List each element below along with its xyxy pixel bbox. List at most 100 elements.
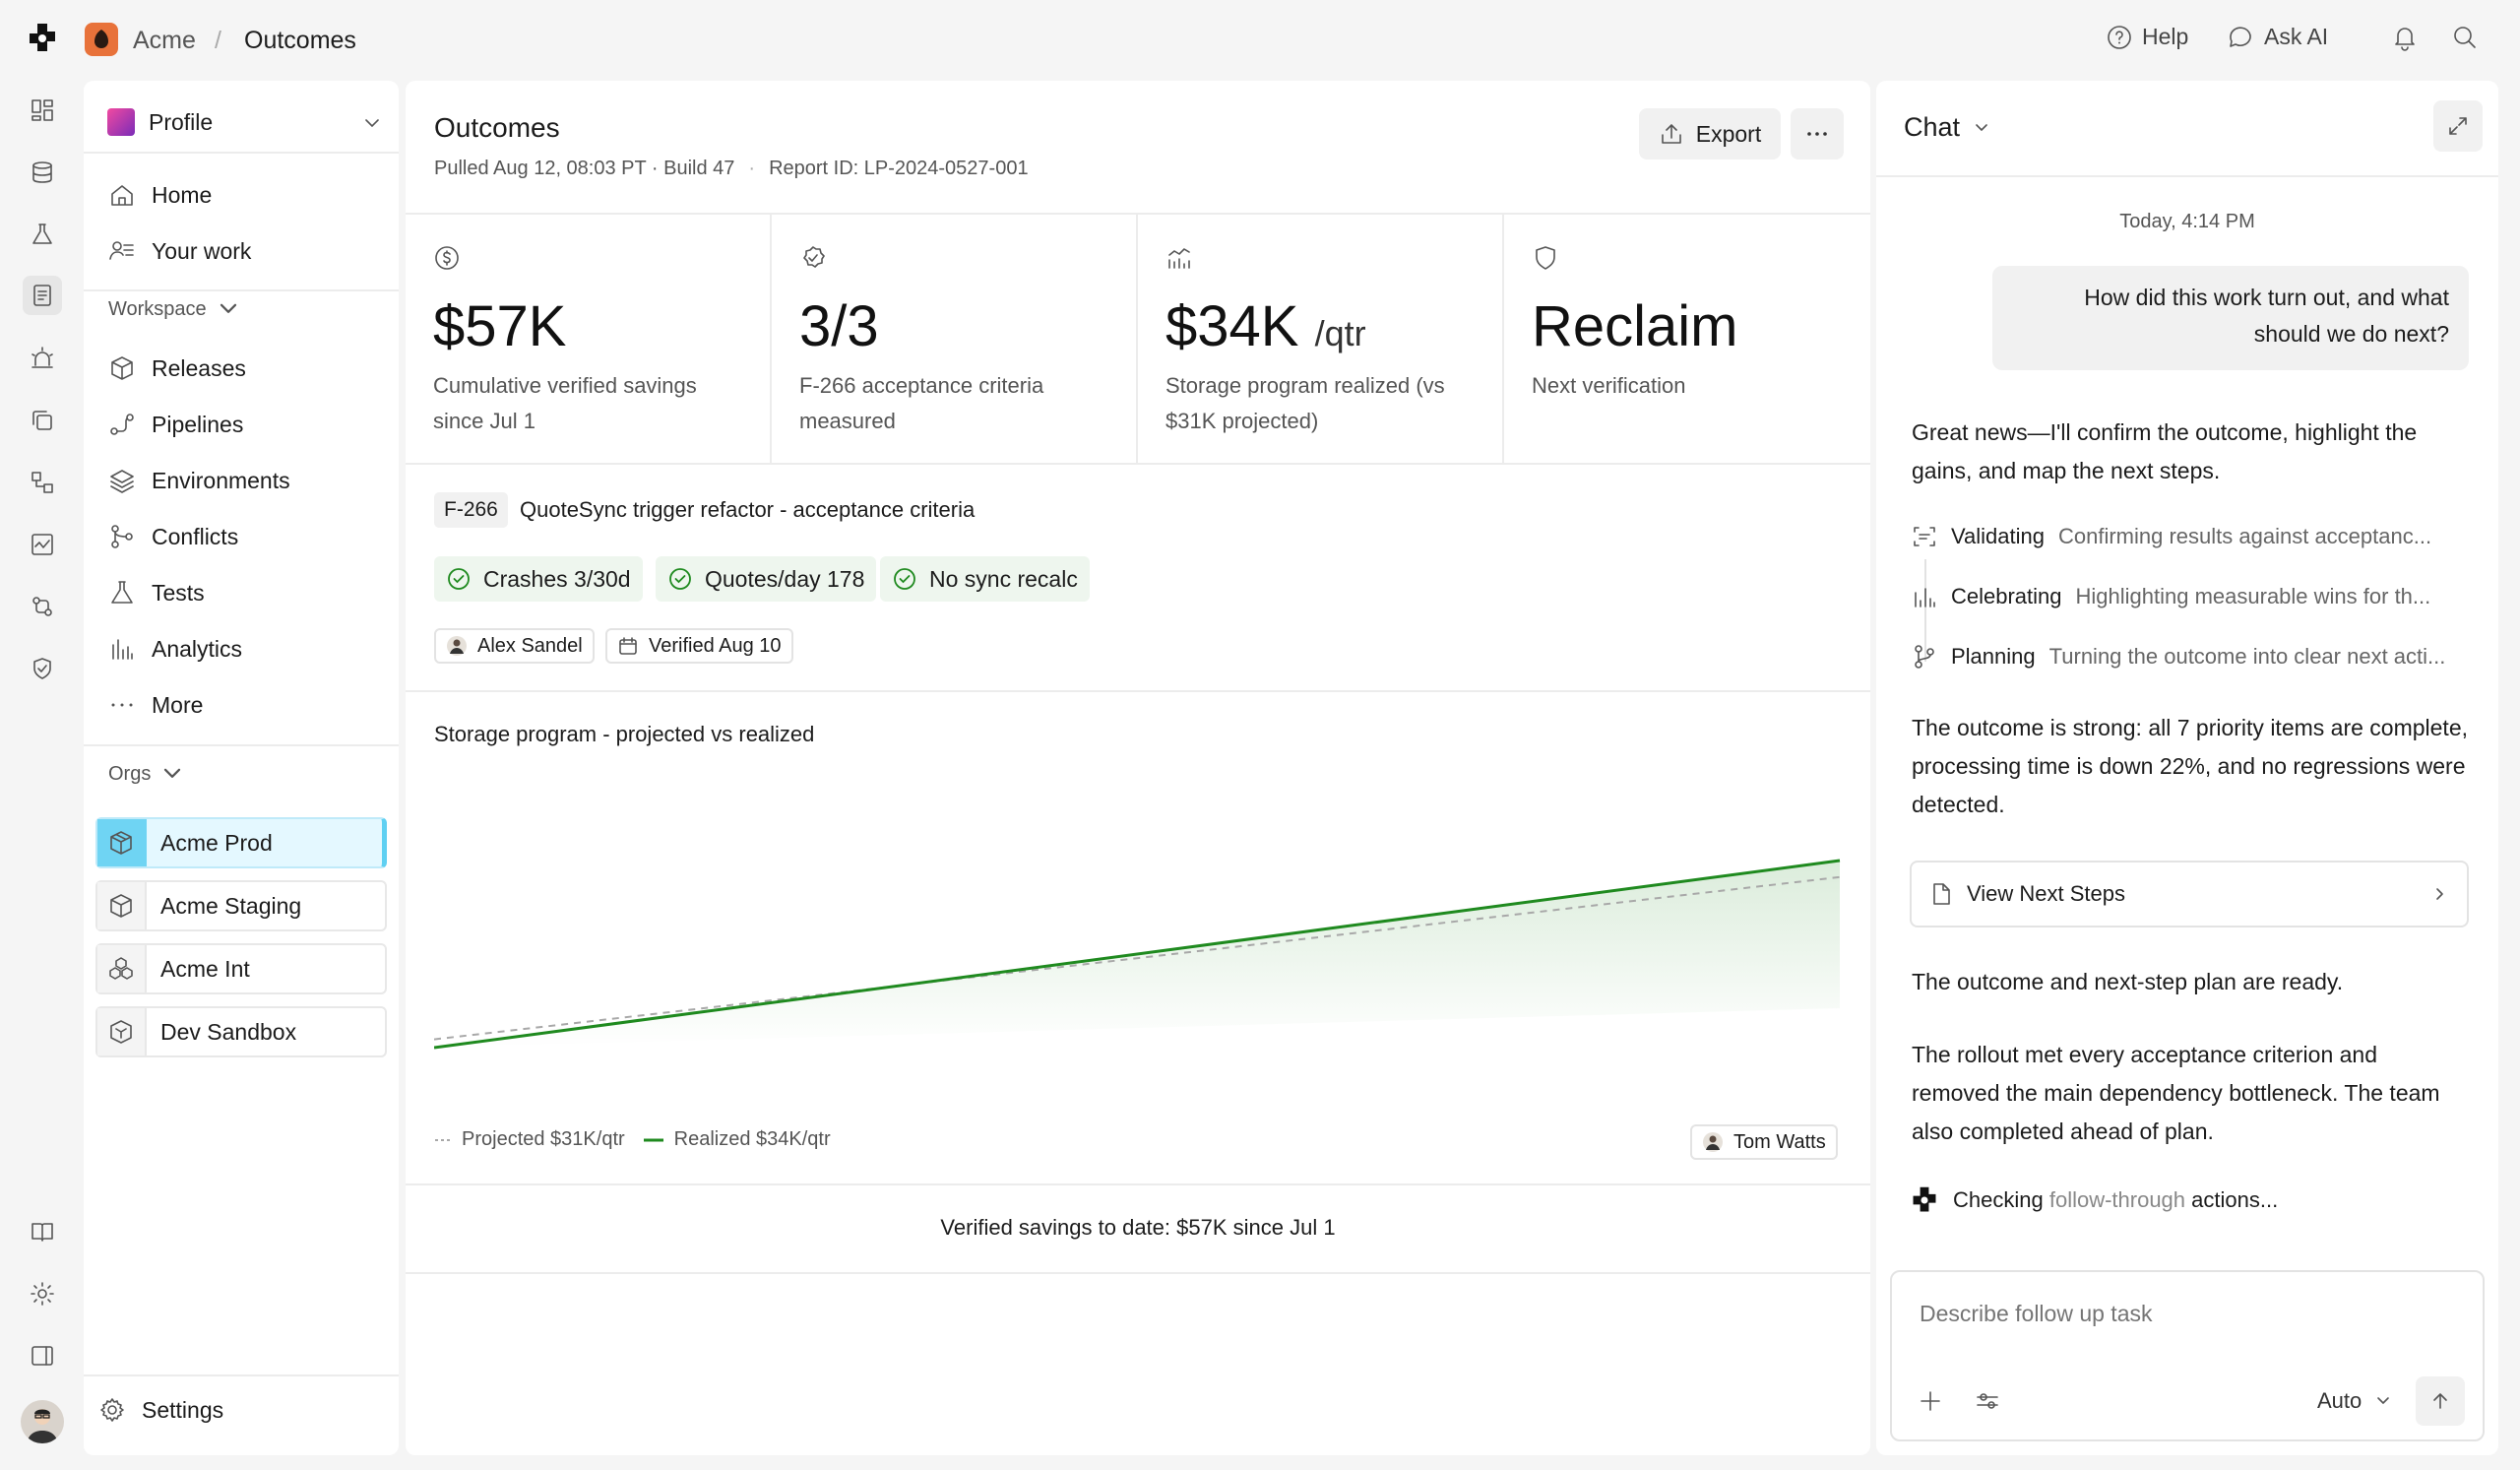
org-acme-int[interactable]: Acme Int	[95, 943, 387, 994]
step-validating: Validating Confirming results against ac…	[1912, 524, 2431, 549]
rail-flask[interactable]	[23, 215, 62, 254]
sidebar-item-releases[interactable]: Releases	[108, 354, 246, 382]
sidebar-item-tests[interactable]: Tests	[108, 579, 205, 607]
legend-realized: Realized $34K/qtr	[673, 1128, 831, 1150]
activity-icon	[32, 534, 53, 555]
step-celebrating: Celebrating Highlighting measurable wins…	[1912, 584, 2430, 609]
pipeline-icon	[110, 414, 134, 435]
person-avatar-icon	[1703, 1132, 1723, 1152]
help-button[interactable]: Help	[2107, 24, 2188, 50]
attach-button[interactable]	[1918, 1388, 1943, 1414]
ticket-id-badge[interactable]: F-266	[434, 492, 508, 528]
legend-projected-swatch	[435, 1138, 451, 1141]
gear-icon	[100, 1398, 124, 1422]
expand-chat-button[interactable]	[2433, 100, 2483, 152]
rail-dashboard[interactable]	[23, 91, 62, 130]
orgs-section[interactable]: Orgs	[108, 760, 186, 788]
check-circle-icon	[448, 568, 470, 590]
ask-ai-button[interactable]: Ask AI	[2227, 24, 2328, 50]
sidebar-item-more[interactable]: More	[108, 691, 203, 719]
profile-icon	[107, 108, 135, 136]
cube-icon	[97, 882, 147, 929]
chevron-down-icon	[1976, 123, 1987, 131]
git-merge-icon	[111, 525, 133, 548]
sidebar-item-your-work[interactable]: Your work	[108, 237, 251, 265]
rail-database[interactable]	[23, 153, 62, 192]
shield-icon	[1536, 246, 1555, 270]
profile-label: Profile	[149, 108, 214, 135]
your-work-icon	[109, 241, 134, 260]
rail-theme[interactable]	[23, 1274, 62, 1313]
search-icon	[2454, 27, 2476, 48]
document-icon	[33, 285, 51, 306]
chat-composer: Auto	[1890, 1270, 2485, 1441]
badge-check-icon	[803, 246, 825, 268]
sun-icon	[31, 1282, 54, 1306]
rail-activity[interactable]	[23, 525, 62, 564]
ellipsis-icon	[1807, 132, 1827, 136]
search-button[interactable]	[2451, 24, 2479, 51]
org-avatar	[85, 23, 118, 56]
scan-icon	[1914, 527, 1935, 546]
agent-status: Checking follow-through actions...	[1910, 1185, 2278, 1215]
org-acme-prod[interactable]: Acme Prod	[95, 817, 387, 868]
breadcrumb-org[interactable]: Acme	[133, 26, 196, 55]
person-avatar-icon	[447, 636, 467, 656]
dollar-icon	[435, 246, 459, 270]
send-button[interactable]	[2416, 1376, 2465, 1426]
pulled-meta: Pulled Aug 12, 08:03 PT · Build 47	[434, 158, 735, 179]
kpi-next-verification: Reclaim Next verification	[1504, 215, 1870, 463]
sidebar-item-environments[interactable]: Environments	[108, 467, 290, 494]
more-options-button[interactable]	[1791, 108, 1844, 160]
rail-alerts[interactable]	[23, 339, 62, 378]
sandbox-icon	[97, 1008, 147, 1055]
app-logo-icon	[1913, 1186, 1936, 1212]
org-dev-sandbox[interactable]: Dev Sandbox	[95, 1006, 387, 1057]
sliders-icon	[1977, 1393, 1998, 1409]
view-next-steps-button[interactable]: View Next Steps	[1910, 861, 2469, 927]
rail-copies[interactable]	[23, 401, 62, 440]
cube-icon	[97, 819, 147, 866]
chat-bubble-icon	[2230, 26, 2251, 47]
app-logo[interactable]	[26, 22, 59, 55]
chevron-down-icon	[220, 303, 236, 313]
rail-outcomes[interactable]	[23, 276, 62, 315]
user-avatar[interactable]	[21, 1400, 64, 1443]
settings-sliders-button[interactable]	[1975, 1388, 2000, 1414]
chat-title-dropdown[interactable]: Chat	[1904, 112, 1991, 143]
criterion-chip: Crashes 3/30d	[434, 556, 643, 602]
rail-workflows[interactable]	[23, 463, 62, 502]
dashboard-icon	[32, 99, 53, 121]
plus-icon	[1921, 1391, 1940, 1411]
user-message: How did this work turn out, and what sho…	[1992, 266, 2469, 370]
workspace-section[interactable]: Workspace	[108, 295, 242, 323]
mode-select[interactable]: Auto	[2317, 1388, 2393, 1414]
sidebar-item-analytics[interactable]: Analytics	[108, 635, 242, 663]
more-icon	[111, 703, 133, 707]
legend-realized-swatch	[643, 1138, 663, 1141]
follow-up-input[interactable]	[1920, 1296, 2451, 1331]
siren-icon	[32, 347, 53, 368]
profile-switcher[interactable]: Profile	[107, 100, 383, 144]
owner-tag[interactable]: Alex Sandel	[434, 628, 595, 664]
report-meta: Pulled Aug 12, 08:03 PT · Build 47 · Rep…	[434, 158, 1029, 179]
workflow-icon	[32, 472, 53, 493]
chart-owner-tag[interactable]: Tom Watts	[1690, 1124, 1838, 1160]
export-button[interactable]: Export	[1639, 108, 1781, 160]
book-icon	[32, 1223, 53, 1242]
org-acme-staging[interactable]: Acme Staging	[95, 880, 387, 931]
sidebar-item-pipelines[interactable]: Pipelines	[108, 411, 243, 438]
kpi-acceptance-criteria: 3/3 F-266 acceptance criteria measured	[772, 215, 1138, 463]
settings-button[interactable]: Settings	[98, 1396, 223, 1424]
rail-transfers[interactable]	[23, 587, 62, 626]
chevron-right-icon	[2436, 888, 2443, 900]
shield-check-icon	[33, 658, 51, 679]
rail-docs[interactable]	[23, 1212, 62, 1251]
notifications-button[interactable]	[2392, 24, 2418, 51]
sidebar-item-home[interactable]: Home	[108, 181, 212, 209]
rail-toggle-panel[interactable]	[23, 1336, 62, 1375]
bar-chart-icon	[1915, 588, 1935, 607]
sidebar-item-conflicts[interactable]: Conflicts	[108, 523, 238, 550]
report-id: Report ID: LP-2024-0527-001	[769, 158, 1029, 179]
rail-security[interactable]	[23, 649, 62, 688]
